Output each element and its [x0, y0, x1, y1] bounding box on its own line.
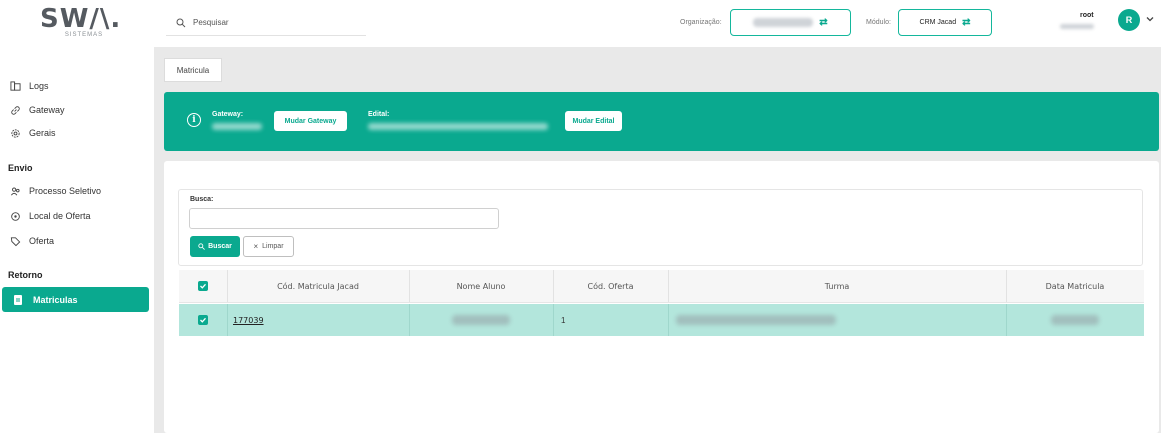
- search-input[interactable]: Pesquisar: [166, 10, 366, 36]
- sidebar-item-logs[interactable]: Logs: [8, 75, 49, 97]
- sidebar-item-label: Gerais: [29, 128, 56, 138]
- sidebar-item-gerais[interactable]: Gerais: [8, 122, 56, 144]
- module-switcher[interactable]: CRM Jacad ⇄: [898, 9, 992, 36]
- row-select-cell: [179, 304, 227, 336]
- date-redacted: [1051, 315, 1099, 325]
- column-header-cod-oferta[interactable]: Cód. Oferta: [553, 270, 668, 302]
- link-icon: [8, 103, 22, 117]
- selection-banner: i Gateway: Mudar Gateway Edital: Mudar E…: [164, 92, 1159, 151]
- check-icon: [200, 317, 206, 323]
- gateway-value-redacted: [212, 123, 262, 130]
- select-all-checkbox[interactable]: [198, 281, 208, 291]
- check-icon: [200, 283, 206, 289]
- select-all-cell: [179, 270, 227, 302]
- gateway-label: Gateway:: [212, 111, 244, 118]
- sidebar-item-label: Oferta: [29, 236, 55, 246]
- table-row[interactable]: 177039 1: [179, 304, 1144, 336]
- sidebar-section-retorno: Retorno: [8, 270, 43, 280]
- user-subtitle-redacted: [1060, 24, 1094, 29]
- busca-label: Busca:: [190, 196, 214, 203]
- location-icon: [8, 209, 22, 223]
- edital-label: Edital:: [368, 111, 390, 118]
- search-icon: [198, 243, 205, 250]
- turma-redacted: [676, 315, 836, 325]
- logo[interactable]: SW/\. SISTEMAS: [40, 4, 122, 38]
- sidebar-item-label: Local de Oferta: [29, 211, 91, 221]
- edital-value-redacted: [368, 123, 548, 130]
- cell-turma: [668, 304, 1006, 336]
- organization-switcher[interactable]: ⇄: [730, 9, 851, 36]
- sidebar-item-local-de-oferta[interactable]: Local de Oferta: [8, 205, 91, 227]
- search-button[interactable]: Buscar: [190, 236, 240, 257]
- sidebar-item-matriculas[interactable]: Matriculas: [2, 287, 149, 312]
- swap-icon: ⇄: [962, 17, 971, 28]
- clear-button-label: Limpar: [262, 243, 284, 250]
- close-icon: ×: [253, 242, 259, 251]
- sidebar-item-label: Gateway: [29, 105, 65, 115]
- matricula-link[interactable]: 177039: [233, 316, 264, 325]
- user-name: root: [1080, 12, 1094, 19]
- column-divider: [227, 304, 228, 336]
- cell-data-matricula: [1006, 304, 1144, 336]
- logs-icon: [8, 79, 22, 93]
- info-icon: i: [187, 113, 201, 127]
- tab-matricula[interactable]: Matricula: [164, 58, 222, 82]
- student-name-redacted: [452, 315, 510, 325]
- row-checkbox[interactable]: [198, 315, 208, 325]
- cell-cod-oferta: 1: [561, 315, 566, 325]
- search-button-label: Buscar: [208, 243, 232, 250]
- swap-icon: ⇄: [819, 17, 828, 28]
- organization-label: Organização:: [680, 19, 722, 26]
- search-placeholder: Pesquisar: [193, 18, 229, 27]
- module-value: CRM Jacad: [919, 19, 957, 26]
- table-header: Cód. Matricula Jacad Nome Aluno Cód. Ofe…: [179, 270, 1144, 303]
- column-header-turma[interactable]: Turma: [668, 270, 1006, 302]
- sidebar-item-label: Processo Seletivo: [29, 186, 102, 196]
- organization-value-redacted: [753, 18, 814, 27]
- sidebar-section-envio: Envio: [8, 163, 33, 173]
- avatar[interactable]: R: [1118, 9, 1140, 31]
- sidebar-item-label: Logs: [29, 81, 49, 91]
- chevron-down-icon[interactable]: [1145, 14, 1155, 24]
- module-label: Módulo:: [866, 19, 891, 26]
- cell-nome-aluno: [409, 304, 553, 336]
- sidebar-item-processo-seletivo[interactable]: Processo Seletivo: [8, 180, 101, 202]
- document-icon: [12, 294, 24, 306]
- column-header-cod-matricula[interactable]: Cód. Matricula Jacad: [227, 270, 409, 302]
- cell-cod-matricula: 177039: [233, 304, 403, 336]
- search-icon: [176, 18, 186, 27]
- sidebar-item-label: Matriculas: [33, 294, 78, 305]
- column-divider: [553, 304, 554, 336]
- clear-button[interactable]: × Limpar: [243, 236, 294, 257]
- matriculas-table: Cód. Matricula Jacad Nome Aluno Cód. Ofe…: [179, 270, 1144, 336]
- logo-text: SW/\.: [40, 4, 122, 34]
- sidebar: SW/\. SISTEMAS Logs Gateway Gerais Envio…: [0, 0, 153, 433]
- column-header-nome-aluno[interactable]: Nome Aluno: [409, 270, 553, 302]
- users-icon: [8, 184, 22, 198]
- tag-icon: [8, 234, 22, 248]
- change-gateway-button[interactable]: Mudar Gateway: [274, 111, 347, 131]
- sidebar-item-oferta[interactable]: Oferta: [8, 230, 54, 252]
- change-edital-button[interactable]: Mudar Edital: [565, 111, 622, 131]
- column-header-data-matricula[interactable]: Data Matricula: [1006, 270, 1144, 302]
- sidebar-item-gateway[interactable]: Gateway: [8, 99, 65, 121]
- busca-input[interactable]: [189, 208, 499, 229]
- gear-icon: [8, 126, 22, 140]
